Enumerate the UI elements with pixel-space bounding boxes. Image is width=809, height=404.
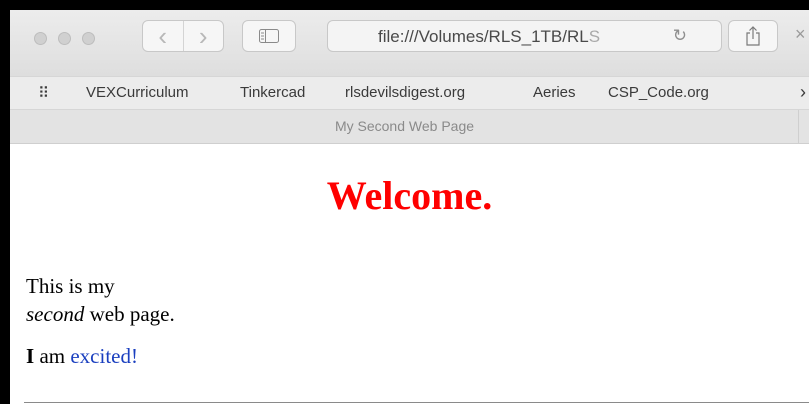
chevron-left-icon: ‹ [158, 21, 168, 51]
sidebar-toggle-button[interactable] [242, 20, 296, 52]
forward-button[interactable]: › [182, 21, 224, 51]
address-url-fade: S [588, 27, 601, 46]
close-window-button[interactable] [34, 32, 47, 45]
address-bar[interactable]: file:///Volumes/RLS_1TB/RLS ↻ [327, 20, 722, 52]
chevron-right-icon: › [198, 21, 208, 51]
page-heading: Welcome. [326, 173, 493, 218]
horizontal-rule [24, 402, 809, 403]
bookmark-item[interactable]: Aeries [533, 84, 576, 101]
intro-emphasis: second [26, 302, 85, 326]
intro-paragraph: This is my second web page. [26, 272, 175, 328]
reload-icon[interactable]: ↻ [673, 26, 687, 46]
page-content: Welcome. This is my second web page. I a… [10, 144, 809, 404]
toolbar: ‹ › file:///Volumes/RLS_1TB/RLS ↻ × [10, 10, 809, 76]
bookmark-item[interactable]: VEXCurriculum [86, 84, 189, 101]
share-button[interactable] [728, 20, 778, 52]
intro-line-2: web page. [84, 302, 175, 326]
excited-paragraph: I am excited! [26, 342, 138, 370]
bookmark-item[interactable]: rlsdevilsdigest.org [345, 84, 465, 101]
bold-i: I [26, 344, 35, 368]
browser-window: ‹ › file:///Volumes/RLS_1TB/RLS ↻ × ⠿ VE… [10, 10, 809, 404]
navigation-buttons: ‹ › [142, 20, 224, 52]
more-bookmarks-icon[interactable]: › [800, 82, 806, 103]
tab-title[interactable]: My Second Web Page [10, 118, 799, 134]
bookmark-item[interactable]: CSP_Code.org [608, 84, 709, 101]
bookmarks-bar: ⠿ VEXCurriculum Tinkercad rlsdevilsdiges… [10, 76, 809, 110]
bookmark-item[interactable]: Tinkercad [240, 84, 305, 101]
zoom-window-button[interactable] [82, 32, 95, 45]
excited-link[interactable]: excited! [70, 344, 138, 368]
close-icon[interactable]: × [795, 24, 806, 45]
intro-line-1: This is my [26, 274, 115, 298]
apps-grid-icon[interactable]: ⠿ [38, 84, 49, 102]
tab-bar: My Second Web Page [10, 110, 809, 144]
share-icon [746, 26, 760, 46]
sidebar-icon [259, 29, 279, 43]
new-tab-button[interactable] [798, 110, 809, 144]
minimize-window-button[interactable] [58, 32, 71, 45]
am-text: am [34, 344, 71, 368]
back-button[interactable]: ‹ [143, 21, 183, 51]
address-url: file:///Volumes/RLS_1TB/RLS [378, 27, 601, 46]
